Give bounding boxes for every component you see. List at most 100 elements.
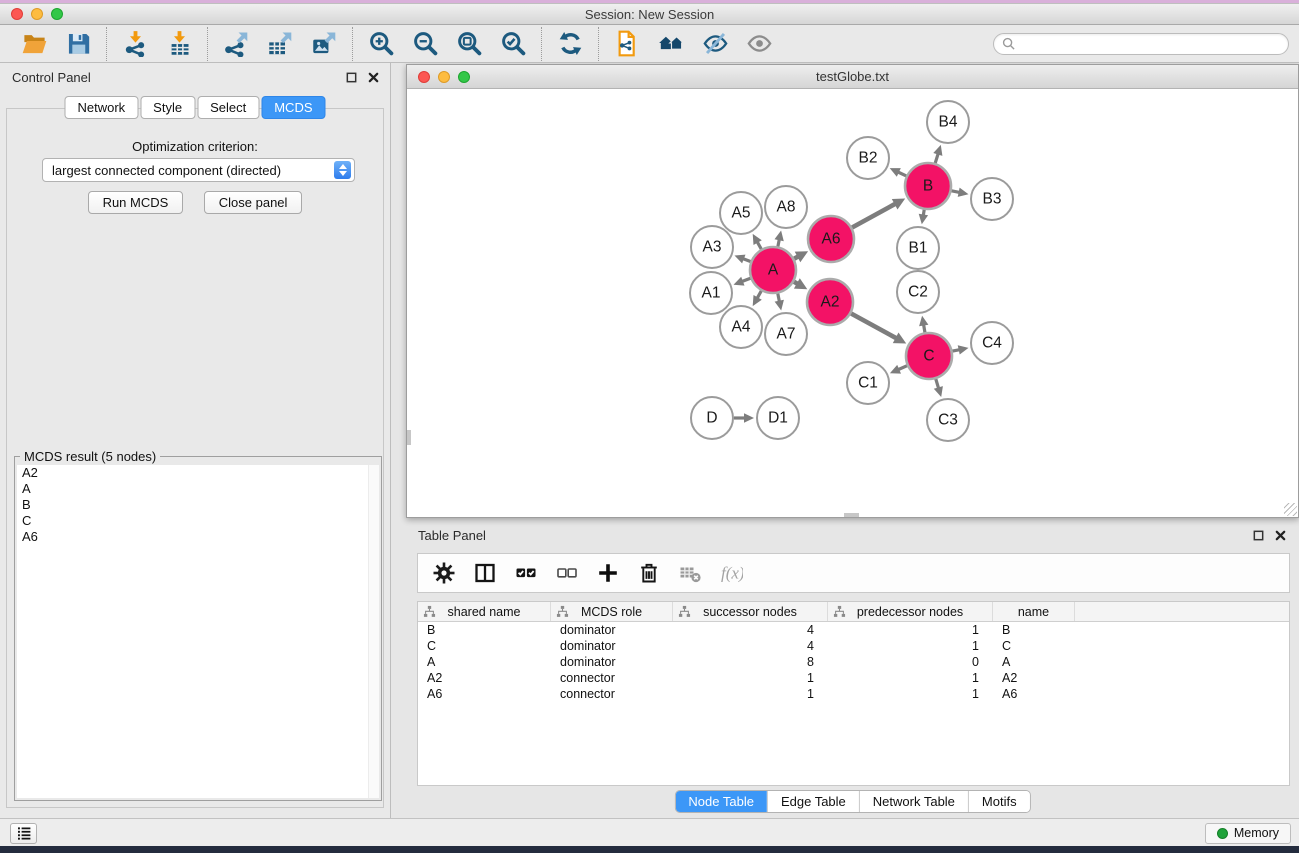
delete-row-icon[interactable] (636, 560, 662, 586)
graph-edge-C-C1[interactable] (898, 366, 907, 370)
graph-edge-A-A5[interactable] (757, 242, 761, 249)
graph-edge-C-C4[interactable] (953, 350, 960, 351)
cell-shared-name[interactable]: A2 (418, 671, 551, 685)
cell-predecessor-nodes[interactable]: 0 (828, 655, 993, 669)
refresh-icon[interactable] (554, 29, 586, 59)
scrollbar-track[interactable] (368, 465, 379, 798)
table-row-A6[interactable]: A6connector11A6 (418, 686, 1289, 702)
cell-name[interactable]: A (993, 655, 1075, 669)
cell-name[interactable]: B (993, 623, 1075, 637)
graph-edge-A-A8[interactable] (778, 239, 779, 246)
task-history-button[interactable] (10, 823, 37, 844)
first-neighbors-icon[interactable] (655, 29, 687, 59)
mcds-result-list[interactable]: A2ABCA6 (17, 465, 379, 798)
graph-edge-A6-B[interactable] (852, 204, 895, 228)
cell-shared-name[interactable]: A6 (418, 687, 551, 701)
close-panel-icon[interactable] (367, 71, 380, 84)
cell-shared-name[interactable]: C (418, 639, 551, 653)
search-field[interactable] (993, 33, 1289, 55)
graph-edge-A-A4[interactable] (757, 291, 761, 298)
mcds-result-item[interactable]: A6 (17, 529, 379, 545)
cell-name[interactable]: A6 (993, 687, 1075, 701)
zoom-fit-icon[interactable] (453, 29, 485, 59)
float-panel-icon[interactable] (345, 71, 358, 84)
mcds-result-item[interactable]: B (17, 497, 379, 513)
column-header-predecessor-nodes[interactable]: predecessor nodes (828, 602, 993, 621)
hide-selected-icon[interactable] (699, 29, 731, 59)
zoom-in-icon[interactable] (365, 29, 397, 59)
tab-node-table[interactable]: Node Table (675, 791, 767, 812)
resize-grip[interactable] (1284, 503, 1297, 516)
show-columns-icon[interactable] (472, 560, 498, 586)
run-mcds-button[interactable]: Run MCDS (88, 191, 184, 214)
column-header-name[interactable]: name (993, 602, 1075, 621)
table-row-C[interactable]: Cdominator41C (418, 638, 1289, 654)
column-header-successor-nodes[interactable]: successor nodes (673, 602, 828, 621)
cell-successor-nodes[interactable]: 4 (673, 623, 828, 637)
cell-shared-name[interactable]: A (418, 655, 551, 669)
graph-edge-A-A3[interactable] (743, 259, 751, 262)
export-image-icon[interactable] (308, 29, 340, 59)
export-table-icon[interactable] (264, 29, 296, 59)
zoom-selected-icon[interactable] (497, 29, 529, 59)
import-table-icon[interactable] (163, 29, 195, 59)
mcds-result-item[interactable]: A2 (17, 465, 379, 481)
optimization-select[interactable]: largest connected component (directed) (42, 158, 355, 182)
tab-mcds[interactable]: MCDS (261, 96, 325, 119)
cell-MCDS-role[interactable]: dominator (551, 655, 673, 669)
graph-edge-B-B2[interactable] (898, 172, 906, 176)
mcds-result-item[interactable]: C (17, 513, 379, 529)
export-network-icon[interactable] (220, 29, 252, 59)
deselect-all-icon[interactable] (554, 560, 580, 586)
tab-motifs[interactable]: Motifs (968, 791, 1030, 812)
search-input[interactable] (1021, 37, 1280, 51)
select-all-icon[interactable] (513, 560, 539, 586)
mcds-result-item[interactable]: A (17, 481, 379, 497)
tab-select[interactable]: Select (197, 96, 259, 119)
network-canvas[interactable]: B4B2BB3A8A5A6A3B1AA1C2A2A4A7C4CC1C3DD1 (407, 89, 1298, 517)
graph-edge-C-C3[interactable] (936, 379, 939, 388)
cell-MCDS-role[interactable]: connector (551, 687, 673, 701)
table-row-A[interactable]: Adominator80A (418, 654, 1289, 670)
cell-successor-nodes[interactable]: 1 (673, 687, 828, 701)
import-network-icon[interactable] (119, 29, 151, 59)
horizontal-scroll-indicator[interactable] (844, 513, 859, 517)
tab-edge-table[interactable]: Edge Table (767, 791, 859, 812)
network-graph[interactable]: B4B2BB3A8A5A6A3B1AA1C2A2A4A7C4CC1C3DD1 (407, 89, 1298, 517)
graph-edge-B-B3[interactable] (952, 191, 960, 193)
memory-button[interactable]: Memory (1205, 823, 1291, 844)
graph-edge-A2-C[interactable] (851, 314, 896, 339)
tab-network[interactable]: Network (64, 96, 138, 119)
graph-edge-A-A7[interactable] (778, 294, 780, 302)
cell-MCDS-role[interactable]: dominator (551, 639, 673, 653)
show-all-icon[interactable] (743, 29, 775, 59)
add-row-icon[interactable] (595, 560, 621, 586)
table-row-B[interactable]: Bdominator41B (418, 622, 1289, 638)
graph-edge-A-A1[interactable] (742, 278, 751, 281)
zoom-out-icon[interactable] (409, 29, 441, 59)
float-table-panel-icon[interactable] (1252, 529, 1265, 542)
tab-network-table[interactable]: Network Table (859, 791, 968, 812)
settings-gear-icon[interactable] (431, 560, 457, 586)
cell-name[interactable]: A2 (993, 671, 1075, 685)
close-panel-button[interactable]: Close panel (204, 191, 303, 214)
vertical-scroll-indicator[interactable] (407, 430, 411, 445)
column-header-shared-name[interactable]: shared name (418, 602, 551, 621)
cell-predecessor-nodes[interactable]: 1 (828, 623, 993, 637)
open-file-icon[interactable] (18, 29, 50, 59)
graph-edge-B-B4[interactable] (935, 154, 938, 164)
close-table-panel-icon[interactable] (1274, 529, 1287, 542)
table-row-A2[interactable]: A2connector11A2 (418, 670, 1289, 686)
column-header-MCDS-role[interactable]: MCDS role (551, 602, 673, 621)
cell-successor-nodes[interactable]: 4 (673, 639, 828, 653)
new-network-from-selection-icon[interactable] (611, 29, 643, 59)
graph-edge-C-C2[interactable] (924, 325, 925, 333)
cell-predecessor-nodes[interactable]: 1 (828, 687, 993, 701)
cell-successor-nodes[interactable]: 1 (673, 671, 828, 685)
cell-successor-nodes[interactable]: 8 (673, 655, 828, 669)
cell-predecessor-nodes[interactable]: 1 (828, 639, 993, 653)
cell-shared-name[interactable]: B (418, 623, 551, 637)
cell-predecessor-nodes[interactable]: 1 (828, 671, 993, 685)
cell-MCDS-role[interactable]: connector (551, 671, 673, 685)
cell-name[interactable]: C (993, 639, 1075, 653)
